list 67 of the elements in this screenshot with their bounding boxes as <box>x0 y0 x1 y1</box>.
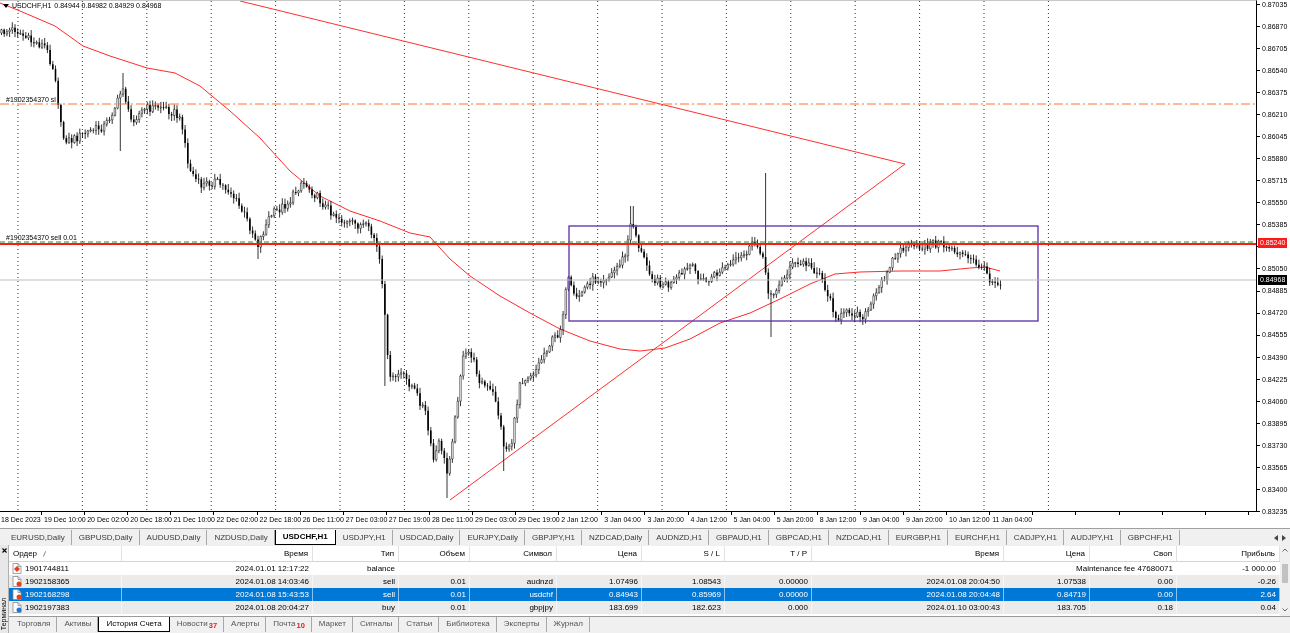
chart-tab[interactable]: GBPJPY,H1 <box>524 530 582 545</box>
scroll-left-icon[interactable] <box>1274 535 1278 541</box>
chart-tab[interactable]: GBPCHF,H1 <box>1120 530 1180 545</box>
chart-tab[interactable]: USDJPY,H1 <box>335 530 393 545</box>
scroll-right-icon[interactable] <box>1282 535 1286 541</box>
chart-tab[interactable]: GBPCAD,H1 <box>768 530 829 545</box>
panel-tab[interactable]: Торговля <box>10 617 58 632</box>
table-cell: 2024.01.10 03:00:43 <box>812 601 1004 614</box>
scrollbar-thumb[interactable] <box>1282 564 1288 583</box>
chart-tab[interactable]: GBPAUD,H1 <box>709 530 769 545</box>
chart-tab[interactable]: AUDJPY,H1 <box>1063 530 1121 545</box>
panel-tab[interactable]: Алерты <box>224 617 267 632</box>
table-cell: 2024.01.08 20:04:27 <box>122 601 313 614</box>
chart-tab[interactable]: EURJPY,Daily <box>460 530 525 545</box>
table-cell: gbpjpy <box>470 601 557 614</box>
chevron-down-icon[interactable] <box>1282 608 1288 612</box>
chart-tab[interactable]: NZDCAD,Daily <box>581 530 650 545</box>
caret-icon[interactable] <box>3 4 9 8</box>
chart-tab[interactable]: NZDCAD,H1 <box>828 530 889 545</box>
panel-tab[interactable]: Сигналы <box>352 617 400 632</box>
table-cell: 0.000 <box>725 601 812 614</box>
chart-tab[interactable]: AUDUSD,Daily <box>139 530 208 545</box>
chart-tab[interactable]: EURCHF,H1 <box>947 530 1007 545</box>
panel-tab[interactable]: Эксперты <box>496 617 547 632</box>
table-cell: 183.699 <box>557 601 642 614</box>
table-cell-text: 1902158365 <box>25 576 70 588</box>
column-header[interactable]: Символ <box>470 546 557 561</box>
table-cell-text: 1901744811 <box>25 563 69 575</box>
chart-tab[interactable]: USDCHF,H1 <box>274 530 336 545</box>
table-cell: 0.01 <box>399 601 470 614</box>
panel-tab[interactable]: Активы <box>57 617 99 632</box>
chart-tab[interactable]: USDCAD,Daily <box>392 530 461 545</box>
column-header[interactable]: Своп <box>1090 546 1177 561</box>
table-cell-text: 1902197383 <box>25 602 70 614</box>
column-header[interactable]: Ордер <box>9 546 122 561</box>
scrollbar-track[interactable] <box>1280 546 1290 614</box>
table-cell: 182.623 <box>642 601 725 614</box>
column-header[interactable]: Цена <box>557 546 642 561</box>
panel-tab[interactable]: Библиотека <box>439 617 497 632</box>
close-icon[interactable] <box>1 548 7 553</box>
chart-tab[interactable]: CADJPY,H1 <box>1006 530 1064 545</box>
table-cell: buy <box>313 601 399 614</box>
panel-tab[interactable]: Маркет <box>311 617 353 632</box>
column-header[interactable]: Время <box>122 546 313 561</box>
table-cell-text: 1902168298 <box>25 589 70 601</box>
range-rectangle[interactable] <box>568 225 1039 322</box>
column-header[interactable]: S / L <box>642 546 725 561</box>
panel-tab[interactable]: Журнал <box>546 617 590 632</box>
panel-tab[interactable]: История Счета <box>98 617 170 632</box>
trend-line[interactable] <box>449 163 906 501</box>
table-cell: 0.18 <box>1090 601 1177 614</box>
column-header[interactable]: Время <box>812 546 1004 561</box>
column-header[interactable]: Объем <box>399 546 470 561</box>
column-header[interactable]: Цена <box>1004 546 1090 561</box>
column-header[interactable]: Тип <box>313 546 399 561</box>
table-row[interactable]: 1902197383 2024.01.08 20:04:27 buy 0.01 gbpjpy 183.699 182.623 0.000 2024.01.10 03:00:43 183.705 0.18 0.04 <box>9 601 1280 614</box>
table-row[interactable]: 1902158365 2024.01.08 14:03:46 sell 0.01 audnzd 1.07496 1.08543 0.00000 2024.01.08 20:04:50 1.07538 0.00 -0.26 <box>9 575 1280 588</box>
chart-tab[interactable]: AUDNZD,H1 <box>649 530 710 545</box>
column-header[interactable]: T / P <box>725 546 812 561</box>
chart-tab[interactable]: EURUSD,Daily <box>4 530 72 545</box>
chevron-up-icon[interactable] <box>1282 548 1288 552</box>
table-cell: 183.705 <box>1004 601 1090 614</box>
chart-tab[interactable]: NZDUSD,Daily <box>207 530 275 545</box>
panel-tab[interactable]: Статьи <box>399 617 440 632</box>
chart-tab[interactable]: EURGBP,H1 <box>888 530 948 545</box>
chart-tab[interactable]: GBPUSD,Daily <box>71 530 140 545</box>
table-row[interactable]: 1902168298 2024.01.08 15:43:53 sell 0.01 usdchf 0.84943 0.85969 0.00000 2024.01.08 20:04:48 0.84719 0.00 2.64 <box>9 588 1280 601</box>
